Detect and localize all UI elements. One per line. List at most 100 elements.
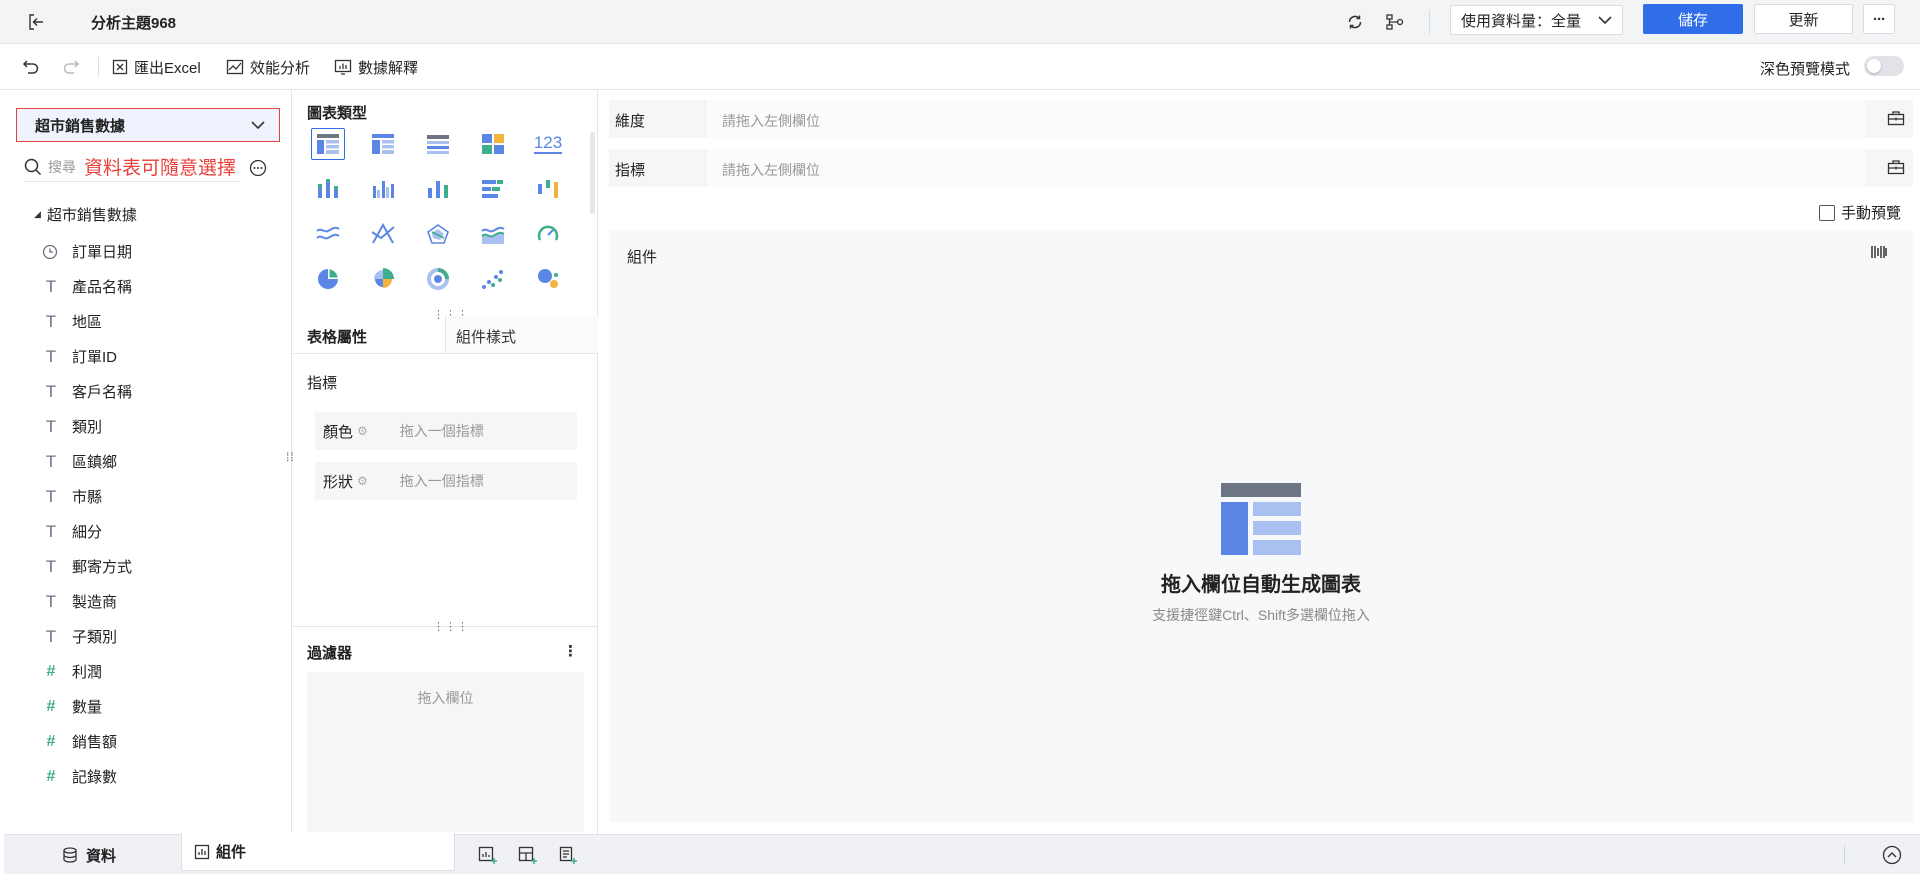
field-item[interactable]: T 區鎮鄉 [42,444,117,479]
chart-type-radar[interactable] [421,218,455,250]
data-volume-label: 使用資料量：全量 [1461,12,1582,30]
chart-type-donut[interactable] [421,263,455,295]
chart-type-waterfall[interactable] [531,173,565,205]
field-item[interactable]: T 市縣 [42,479,102,514]
field-label: 區鎮鄉 [72,454,118,471]
field-item[interactable]: T 訂單ID [42,339,117,374]
chart-type-line[interactable] [311,218,345,250]
filter-more-icon[interactable]: ⋮ [563,642,578,660]
search-box[interactable]: 搜尋 資料表可隨意選擇 [24,152,240,182]
field-label: 市縣 [72,489,103,506]
tab-table-properties[interactable]: 表格屬性 [307,326,367,347]
add-dashboard-icon[interactable] [518,846,538,864]
manual-preview-option[interactable]: 手動預覽 [1819,202,1901,223]
field-item[interactable]: # 數量 [42,689,102,724]
field-item[interactable]: T 細分 [42,514,102,549]
tab-component-style[interactable]: 組件樣式 [445,316,598,354]
shape-drop-row[interactable]: 形狀 ⚙ 拖入一個指標 [315,462,577,500]
chart-type-bar[interactable] [476,173,510,205]
field-item[interactable]: T 客戶名稱 [42,374,132,409]
component-label: 組件 [627,249,658,266]
color-drop-row[interactable]: 顏色 ⚙ 拖入一個指標 [315,412,577,450]
field-item[interactable]: T 子類別 [42,619,117,654]
metric-drop-bar[interactable]: 指標 請拖入左側欄位 [609,149,1913,187]
field-label: 數量 [72,699,103,716]
tree-root[interactable]: ◢ 超市銷售數據 [34,204,137,225]
performance-analysis-label: 效能分析 [250,59,311,77]
color-drop-placeholder: 拖入一個指標 [399,423,484,439]
lineage-icon[interactable] [1382,9,1408,35]
tab-component[interactable]: 組件 [181,833,455,871]
chart-types-scrollbar[interactable] [590,132,595,214]
page-title: 分析主題968 [91,15,177,32]
search-input[interactable]: 搜尋 [48,157,76,177]
dataset-select-value: 超市銷售數據 [35,117,126,135]
field-item[interactable]: T 地區 [42,304,102,339]
field-item[interactable]: T 製造商 [42,584,117,619]
config-panel: 圖表類型 123 ⋮⋮⋮ 表格屬性 組件樣式 指標 顏色 ⚙ 拖入一個指標 形狀… [293,90,598,834]
add-component-icon[interactable] [478,846,498,864]
chart-type-area[interactable] [476,218,510,250]
shape-drop-placeholder: 拖入一個指標 [399,473,484,489]
divider [98,57,99,77]
field-item[interactable]: T 郵寄方式 [42,549,132,584]
dark-preview-toggle[interactable] [1864,56,1904,76]
exit-icon[interactable] [24,10,48,34]
text-type-icon: T [45,416,57,436]
tab-data[interactable]: 資料 [62,835,116,875]
data-volume-select[interactable]: 使用資料量：全量 [1450,5,1623,35]
redo-icon[interactable] [60,56,82,78]
toggle-knob [1867,59,1881,73]
save-button[interactable]: 儲存 [1643,4,1743,34]
field-label: 細分 [72,524,103,541]
field-label: 製造商 [72,594,118,611]
filter-drop-zone[interactable]: 拖入欄位 [307,672,584,832]
dimension-drop-bar[interactable]: 維度 請拖入左側欄位 [609,100,1913,138]
sync-icon[interactable] [1342,9,1368,35]
toolbox-icon[interactable] [1887,110,1905,126]
add-story-icon[interactable] [558,846,578,864]
field-item[interactable]: T 類別 [42,409,102,444]
gear-icon[interactable]: ⚙ [357,424,368,438]
chart-type-stacked-column[interactable] [311,173,345,205]
component-canvas[interactable]: 組件 拖入欄位自動生成圖表 支援捷徑鍵Ctrl、Shift多選欄位拖入 [609,230,1913,822]
dimension-label: 維度 [615,113,646,130]
chart-type-table[interactable] [311,128,345,160]
undo-icon[interactable] [20,56,42,78]
data-explain-button[interactable]: 數據解釋 [334,44,418,90]
chart-type-pie[interactable] [311,263,345,295]
chart-type-kpi[interactable]: 123 [531,128,565,160]
manual-preview-label: 手動預覽 [1841,205,1902,222]
toolbox-icon[interactable] [1887,159,1905,175]
metric-drop-area[interactable]: 請拖入左側欄位 [705,149,1865,187]
chart-type-gauge[interactable] [531,218,565,250]
manual-preview-checkbox[interactable] [1819,204,1835,221]
barcode-icon[interactable] [1871,244,1887,260]
performance-analysis-button[interactable]: 效能分析 [226,44,310,90]
field-item[interactable]: # 利潤 [42,654,102,689]
more-button[interactable]: ··· [1863,4,1895,34]
gear-icon[interactable]: ⚙ [357,474,368,488]
refresh-button[interactable]: 更新 [1754,4,1853,34]
chart-type-grouped-column[interactable] [366,173,400,205]
chart-type-radar-line[interactable] [366,218,400,250]
dataset-select[interactable]: 超市銷售數據 [16,108,280,142]
chart-type-column[interactable] [421,173,455,205]
section-drag-handle[interactable]: ⋮⋮⋮ [433,620,469,633]
field-item[interactable]: T 產品名稱 [42,269,132,304]
filter-title: 過濾器 [307,645,353,662]
field-item[interactable]: 訂單日期 [42,234,132,269]
export-excel-button[interactable]: 匯出Excel [112,44,201,90]
chart-type-scatter[interactable] [476,263,510,295]
chart-type-cross-table[interactable] [366,128,400,160]
number-type-icon: # [46,767,56,785]
chart-type-detail-table[interactable] [421,128,455,160]
dimension-drop-area[interactable]: 請拖入左側欄位 [705,100,1865,138]
more-options-icon[interactable] [248,158,268,178]
collapse-up-icon[interactable] [1882,845,1902,865]
chart-type-dashboard[interactable] [476,128,510,160]
chart-type-bubble[interactable] [531,263,565,295]
chart-type-rose[interactable] [366,263,400,295]
field-item[interactable]: # 銷售額 [42,724,117,759]
field-item[interactable]: # 記錄數 [42,759,117,794]
